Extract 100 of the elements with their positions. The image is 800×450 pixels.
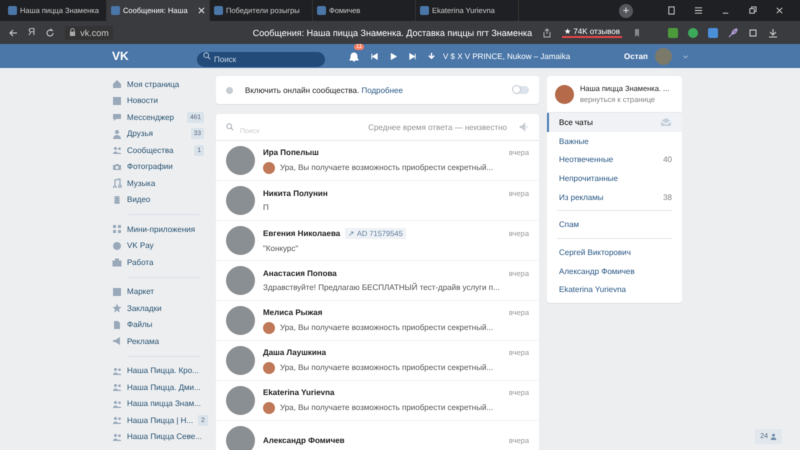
megaphone-icon [112, 336, 122, 346]
chat-name: Даша Лаушкина [263, 348, 326, 356]
message-preview: Ура, Вы получаете возможность приобрести секретный... [280, 163, 494, 172]
previous-icon[interactable] [370, 52, 379, 60]
film-icon [112, 194, 122, 205]
share-icon[interactable] [542, 28, 552, 38]
sidebar-item[interactable]: Файлы [112, 316, 204, 333]
menu-icon[interactable] [694, 6, 703, 15]
message-preview: Ура, Вы получаете возможность приобрести секретный... [280, 323, 494, 332]
avatar [226, 146, 255, 175]
people-icon [112, 366, 122, 376]
next-icon[interactable] [408, 52, 417, 60]
sidebar-item[interactable]: Мини-приложения [112, 221, 204, 238]
sidebar-item[interactable]: Видео [112, 192, 204, 208]
sidebar-item[interactable]: Наша пицца Знам... [112, 396, 204, 412]
sidebar-label: VK Pay [127, 241, 155, 250]
online-toggle[interactable] [513, 86, 529, 94]
search-field[interactable]: Поиск [197, 52, 325, 66]
sidebar-label: Видео [127, 195, 152, 204]
sidebar-item[interactable]: Реклама [112, 333, 204, 350]
avatar [226, 266, 255, 295]
sidebar-label: Файлы [127, 320, 154, 330]
file-icon [112, 320, 122, 330]
community-avatar [555, 84, 574, 104]
chat-name: Евгения Николаева [263, 229, 340, 238]
page-title: Сообщения: Наша пицца Знаменка. Доставка пиццы пгт Знаменка [252, 28, 532, 38]
close-icon[interactable] [198, 7, 205, 14]
sidebar-label: Реклама [127, 336, 160, 346]
chat-icon [112, 112, 122, 122]
sidebar-item[interactable]: Музыка [112, 175, 204, 192]
yandex-button[interactable]: Я [28, 27, 36, 38]
bell-icon[interactable] [348, 51, 360, 63]
filter-item[interactable]: Спам [547, 215, 682, 234]
avatar [226, 226, 255, 255]
new-tab-button[interactable]: + [619, 4, 633, 18]
filter-item[interactable]: Сергей Викторович [547, 243, 682, 262]
sidebar-item[interactable]: Наша Пицца. Кро... [112, 362, 204, 379]
status-dot-icon [226, 86, 233, 94]
more-link[interactable]: Подробнее [361, 86, 403, 94]
search-icon [203, 52, 211, 60]
reload-icon[interactable] [45, 28, 56, 38]
track-title[interactable]: V $ X V PRINCE, Nukow – Jamaika [443, 52, 571, 60]
bookmark-icon[interactable] [667, 6, 676, 15]
chat-name: Ekaterina Yurievna [263, 388, 334, 396]
sidebar-label: Новости [127, 96, 159, 106]
avatar [226, 186, 255, 215]
sidebar-item[interactable]: Моя страница [112, 76, 204, 92]
site-icon [420, 6, 429, 15]
reviews-button[interactable]: ★ 74K отзывов [562, 27, 622, 38]
star-icon [112, 303, 122, 314]
briefcase-icon [112, 257, 122, 268]
caret-icon[interactable] [682, 52, 689, 60]
person-icon [112, 128, 122, 139]
people-icon [112, 398, 122, 409]
sidebar-label: Маркет [127, 287, 156, 296]
sidebar-item[interactable]: VK Pay [112, 238, 204, 254]
address-field[interactable]: vk.com [65, 26, 113, 40]
user-name[interactable]: Остап [624, 52, 648, 60]
sidebar-item[interactable]: Фотографии [112, 158, 204, 175]
people-icon [112, 415, 122, 426]
sidebar-label: Наша Пицца. Кро... [127, 366, 200, 376]
filter-item[interactable]: Александр Фомичев [547, 262, 682, 280]
download-icon[interactable] [768, 28, 778, 38]
site-icon [317, 6, 326, 15]
play-icon[interactable] [389, 52, 398, 60]
filter-item[interactable]: Из рекламы 38 [547, 188, 682, 206]
sidebar-item[interactable]: Закладки [112, 300, 204, 316]
chat-name: Ира Попелыш [263, 148, 319, 156]
site-icon [111, 6, 120, 15]
home-icon [112, 79, 122, 90]
message-preview: Здравствуйте! Предлагаю БЕСПЛАТНЫЙ тест-драйв услуги п... [263, 283, 500, 292]
message-preview: П [263, 203, 269, 212]
filter-item[interactable]: Все чаты [547, 113, 682, 132]
restore-icon[interactable] [748, 6, 757, 15]
filter-item[interactable]: Непрочитанные [547, 169, 682, 188]
site-icon [214, 6, 223, 15]
avatar [226, 306, 255, 335]
feather-icon[interactable] [728, 28, 738, 38]
filter-item[interactable]: Важные [547, 132, 682, 150]
filter-item[interactable]: Ekaterina Yurievna [547, 280, 682, 300]
chat-name: Анастасия Попова [263, 269, 337, 278]
sidebar-label: Фотографии [127, 162, 174, 172]
sidebar-item[interactable]: Наша Пицца. Дми... [112, 379, 204, 396]
people-icon [112, 432, 122, 442]
sidebar-label: Сообщества [127, 146, 174, 155]
chat-name: Мелиса Рыжая [263, 308, 322, 316]
avatar [226, 386, 255, 415]
filter-item[interactable]: Неотвеченные 40 [547, 150, 682, 170]
sidebar-label: Мини-приложения [127, 224, 196, 234]
sidebar-item[interactable]: Работа [112, 254, 204, 270]
sidebar-item[interactable]: Новости [112, 92, 204, 109]
camera-icon [112, 162, 122, 172]
vk-logo[interactable]: VK [112, 49, 192, 63]
close-icon[interactable] [775, 6, 784, 15]
sidebar-item[interactable]: Маркет [112, 284, 204, 300]
people-icon [112, 145, 122, 156]
sidebar-item[interactable]: Наша Пицца Севе... [112, 428, 204, 445]
chat-name: Никита Полунин [263, 189, 328, 198]
music-note-icon [112, 178, 122, 188]
back-icon[interactable] [8, 28, 18, 38]
